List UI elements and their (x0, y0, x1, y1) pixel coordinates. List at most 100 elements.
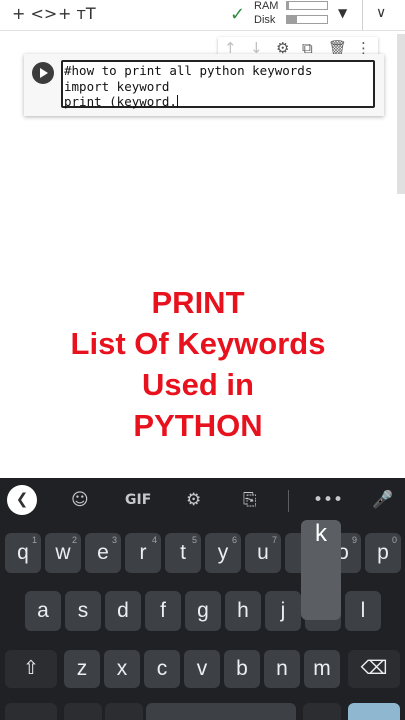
key-label: a (37, 599, 49, 622)
comma-key[interactable] (64, 703, 102, 720)
code-line-2: import keyword (64, 78, 170, 94)
key-t[interactable]: t5 (165, 533, 201, 573)
key-label: r (139, 541, 147, 564)
overlay-line-3: Used in (142, 367, 254, 402)
overlay-line-4: PYTHON (133, 408, 263, 443)
disk-label: Disk (254, 14, 276, 26)
key-n[interactable]: n (264, 650, 300, 688)
key-preview-letter: k (315, 520, 327, 547)
microphone-icon[interactable]: 🎤 (372, 490, 393, 510)
code-cell[interactable]: #how to print all python keywords import… (24, 54, 384, 116)
key-label: y (217, 541, 229, 564)
key-hint: 0 (391, 535, 397, 545)
period-key[interactable] (303, 703, 341, 720)
code-editor[interactable]: #how to print all python keywords import… (61, 60, 375, 110)
keyboard-settings-gear-icon[interactable]: ⚙ (186, 490, 201, 510)
key-y[interactable]: y6 (205, 533, 241, 573)
key-c[interactable]: c (144, 650, 180, 688)
key-x[interactable]: x (104, 650, 140, 688)
gif-button[interactable]: GIF (125, 492, 151, 508)
key-label: q (17, 541, 29, 564)
key-label: f (160, 599, 166, 622)
overlay-line-1: PRINT (151, 285, 245, 320)
code-line-3: print (keyword. (64, 94, 373, 110)
add-code-button[interactable]: + <> (12, 4, 57, 23)
toolbar-divider (362, 0, 363, 30)
key-a[interactable]: a (25, 591, 61, 631)
key-u[interactable]: u7 (245, 533, 281, 573)
notebook-toolbar: + <> + ᴛT ✓ RAM Disk ▼ ∨ (0, 0, 405, 31)
key-hint: 2 (71, 535, 77, 545)
backspace-icon: ⌫ (360, 658, 388, 679)
sticker-icon[interactable]: ☺ (71, 490, 89, 510)
key-label: n (276, 657, 288, 680)
disk-usage-bar (286, 15, 328, 24)
key-d[interactable]: d (105, 591, 141, 631)
run-cell-button[interactable] (32, 62, 54, 84)
connected-check-icon: ✓ (230, 4, 246, 25)
key-v[interactable]: v (184, 650, 220, 688)
key-z[interactable]: z (64, 650, 100, 688)
key-j[interactable]: j (265, 591, 301, 631)
chevron-left-icon: ❮ (15, 490, 29, 508)
key-label: x (116, 657, 128, 680)
key-hint: 9 (351, 535, 357, 545)
key-label: u (257, 541, 269, 564)
add-text-button[interactable]: + ᴛT (58, 4, 96, 23)
key-label: g (197, 599, 209, 622)
key-hint: 7 (271, 535, 277, 545)
key-h[interactable]: h (225, 591, 261, 631)
key-label: e (97, 541, 109, 564)
shift-key[interactable]: ⇧ (5, 650, 57, 688)
key-l[interactable]: l (345, 591, 381, 631)
key-s[interactable]: s (65, 591, 101, 631)
key-q[interactable]: q1 (5, 533, 41, 573)
code-line-3-text: print (keyword. (64, 94, 177, 109)
chevron-down-icon[interactable]: ▼ (338, 6, 347, 20)
key-label: s (77, 599, 89, 622)
toolbar-separator (288, 490, 289, 512)
backspace-key[interactable]: ⌫ (348, 650, 400, 688)
more-horiz-icon[interactable]: ••• (313, 490, 343, 510)
key-hint: 5 (191, 535, 197, 545)
collapse-chevron-icon[interactable]: ∨ (376, 5, 386, 21)
ram-label: RAM (254, 0, 279, 12)
code-line-1: #how to print all python keywords (64, 63, 313, 78)
overlay-line-2: List Of Keywords (70, 326, 326, 361)
key-r[interactable]: r4 (125, 533, 161, 573)
page-scrollbar[interactable] (397, 34, 405, 194)
key-f[interactable]: f (145, 591, 181, 631)
key-label: j (280, 599, 286, 622)
key-label: d (117, 599, 129, 622)
key-b[interactable]: b (224, 650, 260, 688)
key-w[interactable]: w2 (45, 533, 81, 573)
emoji-key[interactable] (105, 703, 143, 720)
key-label: l (360, 599, 366, 622)
key-label: t (180, 541, 186, 564)
keyboard-toolbar: ❮ ☺ GIF ⚙ ⎘ ••• 🎤 (0, 478, 405, 522)
space-key[interactable] (146, 703, 296, 720)
symbols-key[interactable] (5, 703, 57, 720)
key-label: w (55, 541, 71, 564)
key-p[interactable]: p0 (365, 533, 401, 573)
video-overlay-title: PRINT List Of Keywords Used in PYTHON (0, 282, 396, 446)
keyboard-back-button[interactable]: ❮ (7, 485, 37, 515)
key-label: v (196, 657, 208, 680)
key-m[interactable]: m (304, 650, 340, 688)
key-preview-popup: k (301, 520, 341, 620)
key-label: h (237, 599, 249, 622)
key-hint: 6 (231, 535, 237, 545)
key-e[interactable]: e3 (85, 533, 121, 573)
text-cursor (176, 95, 178, 108)
key-g[interactable]: g (185, 591, 221, 631)
key-hint: 1 (31, 535, 37, 545)
key-label: p (377, 541, 389, 564)
enter-key[interactable] (348, 703, 400, 720)
key-hint: 3 (111, 535, 117, 545)
ram-usage-bar (286, 1, 328, 10)
key-hint: 4 (151, 535, 157, 545)
key-label: m (313, 657, 331, 680)
key-label: b (236, 657, 248, 680)
key-label: z (76, 657, 88, 680)
translate-icon[interactable]: ⎘ (243, 490, 257, 510)
